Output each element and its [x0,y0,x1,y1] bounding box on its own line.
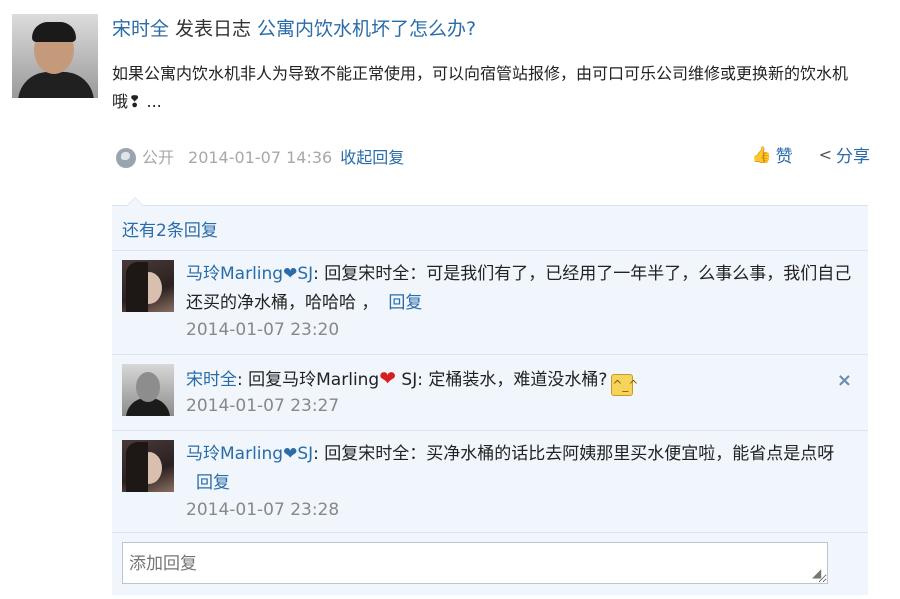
reply-text: 宋时全: 回复马玲Marling❤ SJ: 定桶装水，难道没水桶? ^_^ [186,364,852,396]
post-title-link[interactable]: 公寓内饮水机坏了怎么办? [257,18,476,40]
reply-content: 回复马玲Marling [248,370,380,390]
reply-button[interactable]: 回复 [388,293,422,313]
avatar-hair-shape [126,262,148,312]
avatar-face-shape [136,372,160,402]
reply-input[interactable] [122,542,828,584]
post-actions: 👍 赞 < 分享 [752,142,870,167]
reply-item: 马玲Marling❤SJ: 回复宋时全：买净水桶的话比去阿姨那里买水便宜啦，能省… [122,440,862,530]
reply-time: 2014-01-07 23:20 [186,320,340,340]
post-meta: 公开 2014-01-07 14:36 收起回复 [116,146,404,170]
share-button[interactable]: 分享 [836,142,870,167]
reply-avatar[interactable] [122,260,174,312]
close-icon[interactable]: × [837,370,852,391]
visibility-label: 公开 [142,148,175,167]
divider [112,532,868,533]
post-author-link[interactable]: 宋时全 [112,18,169,40]
reply-button[interactable]: 回复 [196,473,230,493]
post-header: 宋时全 发表日志 公寓内饮水机坏了怎么办? [112,16,476,42]
reply-item: 宋时全: 回复马玲Marling❤ SJ: 定桶装水，难道没水桶? ^_^ 201… [122,364,862,428]
reply-time: 2014-01-07 23:28 [186,500,340,520]
post-body: 如果公寓内饮水机非人为导致不能正常使用，可以向宿管站报修，由可口可乐公司维修或更… [112,64,849,111]
reply-content: 回复宋时全：买净水桶的话比去阿姨那里买水便宜啦，能省点是点呀 [324,444,835,464]
reply-separator: : [313,264,325,284]
resize-handle-icon[interactable]: ◢ [812,566,821,580]
like-button[interactable]: 赞 [776,142,793,167]
reply-author-link[interactable]: 马玲Marling❤SJ [186,264,313,284]
reply-text: 马玲Marling❤SJ: 回复宋时全：可是我们有了，已经用了一年半了，么事么事… [186,260,852,318]
thumbs-up-icon: 👍 [751,145,772,164]
reply-content-cont: SJ: 定桶装水，难道没水桶? [396,370,608,390]
globe-icon [116,148,136,168]
reply-item: 马玲Marling❤SJ: 回复宋时全：可是我们有了，已经用了一年半了，么事么事… [122,260,862,350]
reply-time: 2014-01-07 23:27 [186,396,340,416]
avatar-hair-shape [32,22,76,42]
heart-icon: ❤ [379,366,396,390]
divider [112,354,868,355]
collapse-replies-link[interactable]: 收起回复 [340,146,404,170]
divider [112,430,868,431]
avatar-hair-shape [126,442,148,492]
post-action-text: 发表日志 [175,18,252,40]
reply-author-link[interactable]: 宋时全 [186,370,237,390]
divider [112,250,868,251]
post-time: 2014-01-07 14:36 [188,148,333,167]
replies-panel: 还有2条回复 马玲Marling❤SJ: 回复宋时全：可是我们有了，已经用了一年… [112,197,868,595]
avatar-body-shape [18,72,94,98]
reply-avatar[interactable] [122,440,174,492]
reply-avatar[interactable] [122,364,174,416]
reply-separator: : [237,370,249,390]
share-icon: < [818,145,832,164]
reply-separator: : [313,444,325,464]
more-replies-link[interactable]: 还有2条回复 [122,216,218,241]
reply-author-link[interactable]: 马玲Marling❤SJ [186,444,313,464]
author-avatar[interactable] [12,14,98,98]
smile-emoji-icon: ^_^ [611,374,638,396]
reply-text: 马玲Marling❤SJ: 回复宋时全：买净水桶的话比去阿姨那里买水便宜啦，能省… [186,440,852,498]
